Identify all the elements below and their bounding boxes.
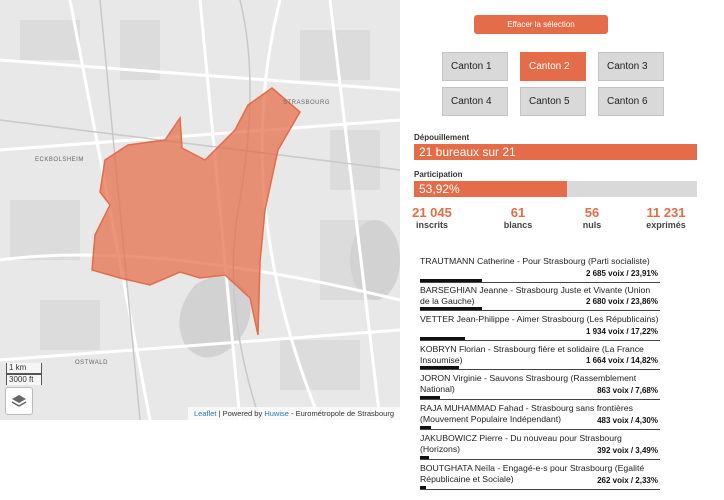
candidate-row: JORON Virginie - Sauvons Strasbourg (Ras… xyxy=(420,373,660,400)
candidate-result: 1 664 voix / 14,82% xyxy=(582,356,658,365)
candidate-row: VETTER Jean-Philippe - Aimer Strasbourg … xyxy=(420,314,660,341)
map-label-eckbolsheim: ECKBOLSHEIM xyxy=(35,157,84,163)
stat-inscrits: 21 045 inscrits xyxy=(412,206,452,231)
canton-5-button[interactable]: Canton 5 xyxy=(520,87,586,116)
map-scale: 1 km 3000 ft xyxy=(6,363,42,385)
stat-label: nuls xyxy=(582,220,602,230)
stat-label: exprimés xyxy=(646,220,686,230)
candidate-name: TRAUTMANN Catherine - Pour Strasbourg (P… xyxy=(420,256,650,266)
canton-3-button[interactable]: Canton 3 xyxy=(598,52,664,81)
candidate-row: BARSEGHIAN Jeanne - Strasbourg Juste et … xyxy=(420,285,660,311)
layers-button[interactable] xyxy=(5,387,33,415)
stat-nuls: 56 nuls xyxy=(578,206,606,231)
candidate-result: 1 934 voix / 17,22% xyxy=(582,327,658,336)
map-attribution: Leaflet | Powered by Huwise - Eurométrop… xyxy=(187,407,400,420)
map-view[interactable]: ECKBOLSHEIM STRASBOURG OSTWALD 1 km 3000… xyxy=(0,0,400,420)
candidate-result: 483 voix / 4,30% xyxy=(594,416,658,425)
candidate-share-bar xyxy=(420,279,483,282)
candidate-name: VETTER Jean-Philippe - Aimer Strasbourg … xyxy=(420,314,659,324)
stat-value: 21 045 xyxy=(412,205,452,220)
candidate-row: JAKUBOWICZ Pierre - Du nouveau pour Stra… xyxy=(420,433,660,460)
powered-by-text: | Powered by xyxy=(218,409,263,418)
candidate-share-bar xyxy=(420,366,459,369)
stat-value: 11 231 xyxy=(646,205,686,220)
participation-text: 53,92% xyxy=(419,182,460,196)
map-label-ostwald: OSTWALD xyxy=(75,360,108,366)
leaflet-link[interactable]: Leaflet xyxy=(194,409,217,418)
stat-exprimes: 11 231 exprimés xyxy=(638,206,694,231)
candidate-share-bar xyxy=(420,337,465,340)
candidate-share-bar xyxy=(420,307,483,310)
candidate-row: TRAUTMANN Catherine - Pour Strasbourg (P… xyxy=(420,256,660,283)
huwise-link[interactable]: Huwise xyxy=(264,409,289,418)
depouillement-label: Dépouillement xyxy=(414,133,470,142)
candidate-share-bar xyxy=(420,456,430,459)
depouillement-bar: 21 bureaux sur 21 xyxy=(414,144,697,160)
candidate-row: RAJA MUHAMMAD Fahad - Strasbourg sans fr… xyxy=(420,403,660,430)
stat-label: inscrits xyxy=(415,220,448,230)
stat-value: 61 xyxy=(510,205,526,220)
participation-bar: 53,92% xyxy=(414,181,697,197)
candidate-result: 392 voix / 3,49% xyxy=(594,446,658,455)
depouillement-text: 21 bureaux sur 21 xyxy=(419,145,516,159)
candidate-share-bar xyxy=(420,486,427,489)
stat-blancs: 61 blancs xyxy=(503,206,533,231)
map-tiles: ECKBOLSHEIM STRASBOURG OSTWALD xyxy=(0,0,400,420)
canton-2-button[interactable]: Canton 2 xyxy=(520,52,586,81)
candidate-result: 2 680 voix / 23,86% xyxy=(582,297,658,306)
candidate-result: 863 voix / 7,68% xyxy=(594,386,658,395)
candidate-result: 262 voix / 2,33% xyxy=(594,476,658,485)
layers-icon xyxy=(11,395,27,407)
canton-4-button[interactable]: Canton 4 xyxy=(442,87,508,116)
participation-label: Participation xyxy=(414,170,463,179)
stat-value: 56 xyxy=(584,205,600,220)
candidate-row: KOBRYN Florian - Strasbourg fière et sol… xyxy=(420,344,660,370)
map-label-strasbourg: STRASBOURG xyxy=(283,100,330,106)
stat-label: blancs xyxy=(503,220,533,230)
canton-1-button[interactable]: Canton 1 xyxy=(442,52,508,81)
candidate-row: BOUTGHATA Neïla - Engagé-e-s pour Strasb… xyxy=(420,463,660,490)
candidate-share-bar xyxy=(420,426,432,429)
source-text: - Eurométropole de Strasbourg xyxy=(291,409,394,418)
canton-6-button[interactable]: Canton 6 xyxy=(598,87,664,116)
candidate-share-bar xyxy=(420,396,440,399)
scale-km: 1 km xyxy=(6,363,42,374)
scale-ft: 3000 ft xyxy=(6,374,42,385)
candidate-result: 2 685 voix / 23,91% xyxy=(582,269,658,278)
clear-selection-button[interactable]: Effacer la sélection xyxy=(474,15,608,34)
